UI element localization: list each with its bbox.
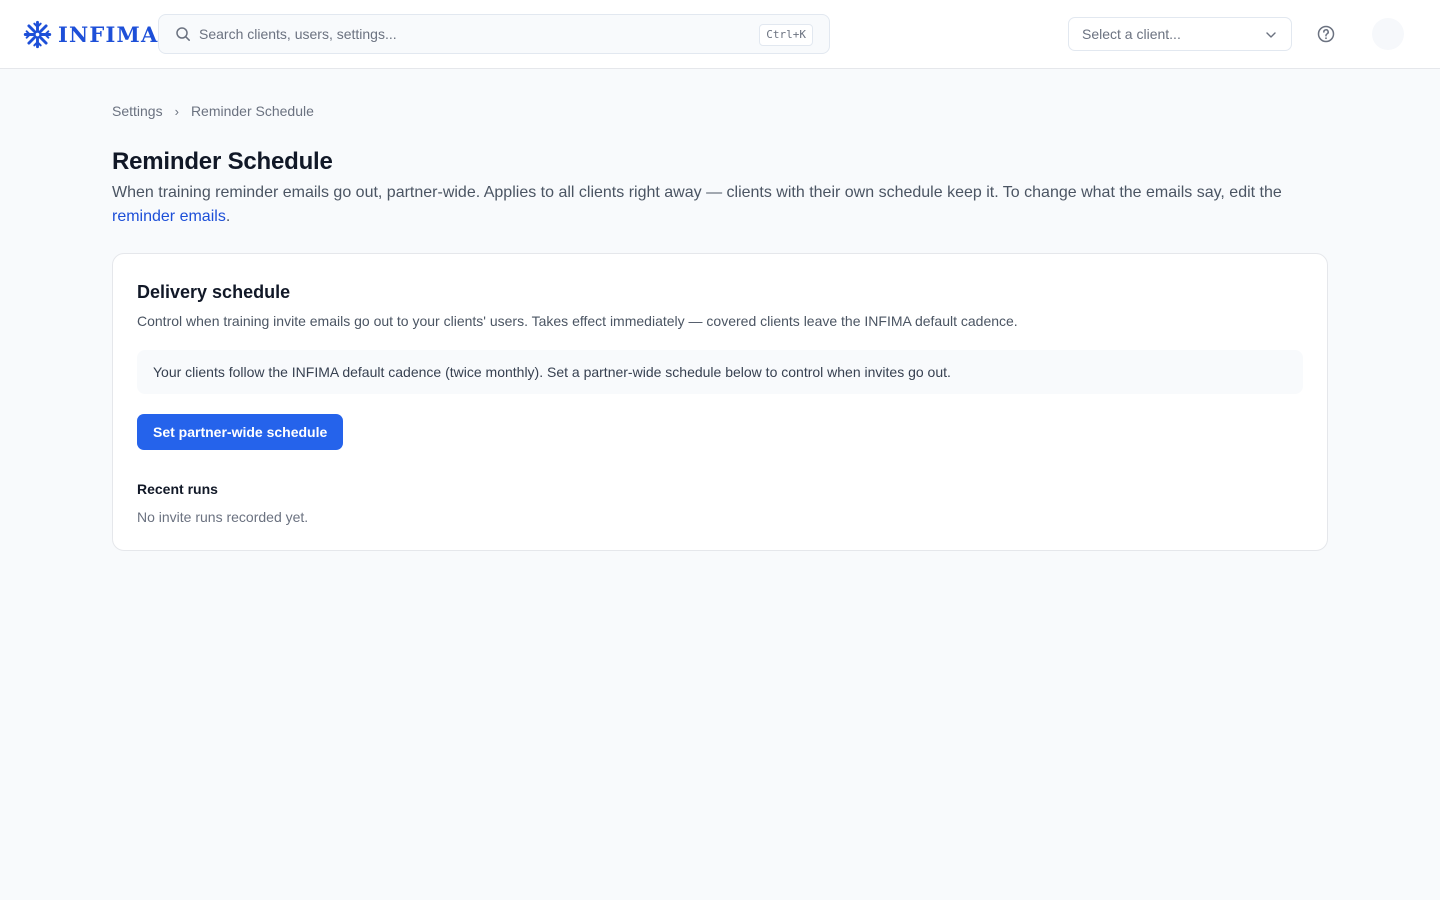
search-shortcut-hint: Ctrl+K — [759, 24, 813, 46]
help-button[interactable] — [1313, 21, 1339, 47]
breadcrumb-current: Reminder Schedule — [190, 103, 314, 119]
default-cadence-notice: Your clients follow the INFIMA default c… — [137, 350, 1303, 394]
delivery-schedule-card: Delivery schedule Control when training … — [112, 253, 1328, 551]
brand-name: INFIMA — [58, 21, 159, 47]
breadcrumb: Settings › Reminder Schedule — [112, 101, 314, 121]
card-title: Delivery schedule — [137, 282, 291, 302]
breadcrumb-separator: › — [174, 103, 179, 119]
brand-logo[interactable]: INFIMA — [23, 18, 159, 50]
recent-runs-title: Recent runs — [137, 481, 218, 497]
set-partner-wide-schedule-button[interactable]: Set partner-wide schedule — [137, 414, 344, 450]
breadcrumb-settings-link[interactable]: Settings — [112, 103, 163, 119]
page-description-text: When training reminder emails go out, pa… — [112, 184, 1282, 201]
top-bar: INFIMA Ctrl+K Select a client... — [0, 0, 1440, 69]
page-description: When training reminder emails go out, pa… — [112, 181, 1328, 229]
client-select-placeholder: Select a client... — [1082, 26, 1181, 42]
card-description: Control when training invite emails go o… — [137, 313, 1018, 329]
search-input[interactable] — [199, 15, 759, 53]
page-title: Reminder Schedule — [112, 148, 333, 175]
client-select[interactable]: Select a client... — [1068, 17, 1292, 51]
page-description-end: . — [225, 208, 231, 225]
chevron-down-icon — [1266, 32, 1276, 38]
global-search[interactable]: Ctrl+K — [158, 14, 830, 54]
user-avatar[interactable] — [1372, 18, 1404, 50]
search-icon — [176, 27, 190, 41]
recent-runs-empty-state: No invite runs recorded yet. — [137, 509, 309, 525]
help-circle-icon — [1317, 25, 1335, 43]
reminder-emails-link[interactable]: reminder emails — [112, 208, 226, 225]
snowflake-logo-icon — [23, 20, 52, 48]
